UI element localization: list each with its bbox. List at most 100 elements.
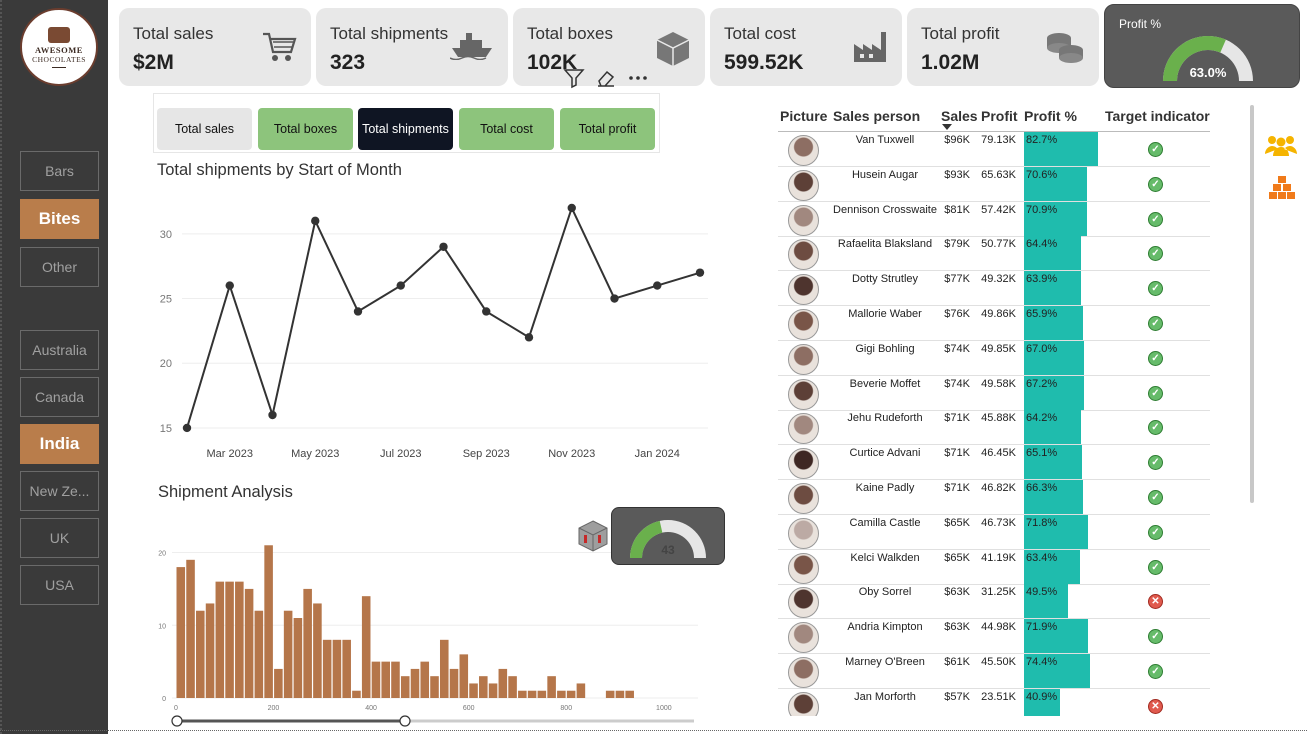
avatar	[788, 448, 819, 480]
table-row[interactable]: Oby Sorrel $63K 31.25K 49.5% ✕	[778, 584, 1210, 620]
range-slider-handle-end[interactable]	[399, 715, 411, 727]
col-header-sales-person[interactable]: Sales person	[833, 108, 920, 124]
kpi-card-total-cost: Total cost 599.52K	[710, 8, 902, 86]
slicer-country-australia[interactable]: Australia	[20, 330, 99, 370]
line-point	[482, 307, 491, 316]
histogram-bar	[566, 690, 576, 698]
stacked-boxes-icon[interactable]	[1269, 175, 1295, 201]
table-row[interactable]: Dotty Strutley $77K 49.32K 63.9% ✓	[778, 271, 1210, 307]
sales-value: $71K	[944, 482, 970, 494]
sales-person-name: Oby Sorrel	[858, 586, 912, 599]
slicer-country-canada[interactable]: Canada	[20, 377, 99, 417]
shipment-gauge-card: 43	[611, 507, 725, 565]
profit-pct-cell: 49.5%	[1024, 584, 1100, 619]
profit-pct-cell: 65.9%	[1024, 306, 1100, 340]
filter-icon[interactable]	[562, 66, 586, 90]
col-header-picture[interactable]: Picture	[780, 108, 827, 124]
avatar	[788, 204, 819, 236]
profit-value: 49.32K	[981, 273, 1016, 286]
kpi-label: Total shipments	[330, 24, 449, 43]
slicer-product-bars[interactable]: Bars	[20, 151, 99, 191]
histogram-bar	[371, 661, 381, 698]
table-row[interactable]: Dennison Crosswaite $81K 57.42K 70.9% ✓	[778, 201, 1210, 237]
sales-person-name: Curtice Advani	[849, 447, 921, 460]
table-row[interactable]: Andria Kimpton $63K 44.98K 71.9% ✓	[778, 619, 1210, 655]
sales-person-name: Dotty Strutley	[851, 273, 919, 286]
y-tick-label: 0	[162, 696, 166, 703]
profit-pct-value: 64.4%	[1026, 238, 1058, 251]
slicer-product-bites[interactable]: Bites	[20, 199, 99, 239]
tab-total-cost[interactable]: Total cost	[459, 108, 554, 150]
tab-total-sales[interactable]: Total sales	[157, 108, 252, 150]
col-header-profit[interactable]: Profit	[981, 108, 1018, 124]
people-icon[interactable]	[1263, 134, 1299, 158]
col-header-profit-pct[interactable]: Profit %	[1024, 108, 1077, 124]
tab-total-profit[interactable]: Total profit	[560, 108, 655, 150]
more-options-icon[interactable]	[626, 66, 650, 90]
table-row[interactable]: Husein Augar $93K 65.63K 70.6% ✓	[778, 166, 1210, 202]
profit-pct-value: 64.2%	[1026, 412, 1058, 425]
sales-value: $79K	[944, 238, 970, 251]
profit-pct-cell: 40.9%	[1024, 688, 1100, 716]
sales-person-name: Mallorie Waber	[848, 308, 922, 320]
range-slider-handle-start[interactable]	[171, 715, 183, 727]
table-row[interactable]: Camilla Castle $65K 46.73K 71.8% ✓	[778, 514, 1210, 550]
line-chart-title: Total shipments by Start of Month	[157, 161, 402, 179]
logo-text-line1: AWESOME	[35, 44, 83, 55]
sales-value: $74K	[944, 342, 970, 355]
profit-pct-value: 66.3%	[1026, 482, 1058, 494]
table-row[interactable]: Curtice Advani $71K 46.45K 65.1% ✓	[778, 445, 1210, 481]
slicer-country-india[interactable]: India	[20, 424, 99, 464]
table-row[interactable]: Jan Morforth $57K 23.51K 40.9% ✕	[778, 688, 1210, 716]
table-scrollbar[interactable]	[1250, 105, 1254, 503]
table-row[interactable]: Marney O'Breen $61K 45.50K 74.4% ✓	[778, 654, 1210, 689]
histogram-bar	[469, 683, 478, 698]
col-header-sales[interactable]: Sales	[941, 108, 978, 124]
profit-pct-cell: 63.4%	[1024, 549, 1100, 584]
line-chart: 15 20 25 30 Mar 2023 May 2023 Jul 2023 Sep 2023…	[160, 203, 708, 460]
kpi-value: 599.52K	[724, 51, 804, 74]
kpi-value: 323	[330, 51, 366, 74]
logo-text-line2: CHOCOLATES	[32, 54, 86, 64]
profit-pct-value: 63.4%	[1026, 551, 1058, 564]
sales-person-name: Beverie Moffet	[849, 377, 921, 390]
table-row[interactable]: Mallorie Waber $76K 49.86K 65.9% ✓	[778, 306, 1210, 341]
logo-divider	[52, 66, 66, 68]
box-icon	[578, 520, 608, 552]
y-tick-label: 15	[160, 423, 172, 435]
chocolate-logo-icon	[48, 26, 70, 43]
table-row[interactable]: Jehu Rudeforth $71K 45.88K 64.2% ✓	[778, 410, 1210, 446]
table-row[interactable]: Van Tuxwell $96K 79.13K 82.7% ✓	[778, 132, 1210, 167]
slicer-country-new-ze[interactable]: New Ze...	[20, 471, 99, 511]
sales-value: $63K	[944, 621, 970, 634]
x-tick-label: 200	[268, 705, 280, 712]
profit-pct-value: 65.1%	[1026, 447, 1058, 460]
tab-total-shipments[interactable]: Total shipments	[358, 108, 453, 150]
eraser-icon[interactable]	[594, 66, 618, 90]
table-row[interactable]: Rafaelita Blaksland $79K 50.77K 64.4% ✓	[778, 236, 1210, 272]
slicer-country-usa[interactable]: USA	[20, 565, 99, 605]
avatar	[788, 587, 819, 619]
col-header-target-indicator[interactable]: Target indicator	[1105, 108, 1210, 124]
histogram-bar	[537, 690, 547, 698]
profit-value: 44.98K	[981, 621, 1016, 634]
slicer-product-other[interactable]: Other	[20, 247, 99, 287]
table-row[interactable]: Gigi Bohling $74K 49.85K 67.0% ✓	[778, 340, 1210, 376]
table-row[interactable]: Beverie Moffet $74K 49.58K 67.2% ✓	[778, 375, 1210, 411]
tab-total-boxes[interactable]: Total boxes	[258, 108, 353, 150]
check-circle-icon: ✓	[1148, 246, 1163, 262]
table-row[interactable]: Kaine Padly $71K 46.82K 66.3% ✓	[778, 480, 1210, 515]
y-tick-label: 20	[160, 358, 172, 370]
histogram-bar	[439, 639, 449, 698]
x-tick-label: 1000	[656, 705, 672, 712]
profit-pct-cell: 63.9%	[1024, 271, 1100, 306]
check-circle-icon: ✓	[1148, 176, 1163, 192]
check-circle-icon: ✓	[1148, 559, 1163, 575]
table-row[interactable]: Kelci Walkden $65K 41.19K 63.4% ✓	[778, 549, 1210, 585]
profit-pct-value: 65.9%	[1026, 308, 1058, 320]
ship-icon	[449, 30, 494, 65]
line-point	[439, 242, 448, 251]
slicer-country-uk[interactable]: UK	[20, 518, 99, 558]
histogram-bar	[449, 668, 459, 698]
check-circle-icon: ✓	[1148, 455, 1163, 471]
